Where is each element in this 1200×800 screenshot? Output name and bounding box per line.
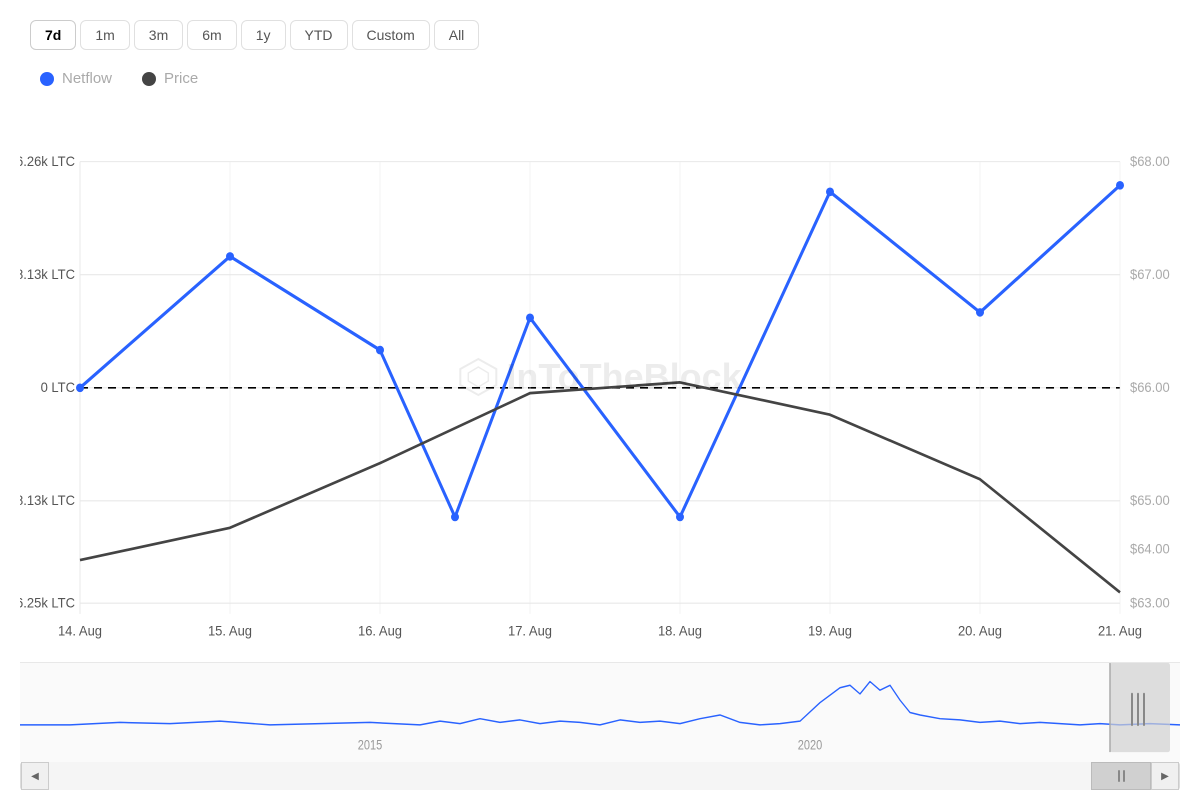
svg-text:-38.13k LTC: -38.13k LTC [20,493,75,509]
chart-legend: Netflow Price [20,70,1180,87]
time-btn-custom[interactable]: Custom [352,20,430,50]
scroll-grip [1118,770,1125,782]
svg-text:20. Aug: 20. Aug [958,623,1002,639]
main-chart: InToTheBlock 76.26k LTC 38.13k LTC [20,97,1180,657]
time-btn-6m[interactable]: 6m [187,20,236,50]
scroll-left-button[interactable]: ◀ [21,762,49,790]
svg-text:-76.25k LTC: -76.25k LTC [20,595,75,611]
price-label: Price [164,70,198,87]
scrollbar: ◀ ▶ [20,762,1180,790]
price-dot [142,72,156,86]
svg-text:14. Aug: 14. Aug [58,623,102,639]
time-btn-ytd[interactable]: YTD [290,20,348,50]
svg-text:2015: 2015 [358,738,383,753]
scroll-right-button[interactable]: ▶ [1151,762,1179,790]
grip-line-2 [1123,770,1125,782]
svg-text:76.26k LTC: 76.26k LTC [20,153,75,169]
netflow-label: Netflow [62,70,112,87]
svg-text:17. Aug: 17. Aug [508,623,552,639]
time-btn-all[interactable]: All [434,20,480,50]
time-range-selector: 7d1m3m6m1yYTDCustomAll [20,20,1180,50]
main-chart-svg: 76.26k LTC 38.13k LTC 0 LTC -38.13k LTC … [20,97,1180,657]
svg-text:15. Aug: 15. Aug [208,623,252,639]
time-btn-3m[interactable]: 3m [134,20,183,50]
grip-line-1 [1118,770,1120,782]
svg-text:$68.00: $68.00 [1130,153,1170,169]
svg-text:$64.00: $64.00 [1130,541,1170,557]
legend-netflow: Netflow [40,70,112,87]
legend-price: Price [142,70,198,87]
svg-text:2020: 2020 [798,738,823,753]
svg-text:$66.00: $66.00 [1130,380,1170,396]
main-container: 7d1m3m6m1yYTDCustomAll Netflow Price InT… [0,0,1200,800]
svg-text:$63.00: $63.00 [1130,595,1170,611]
svg-text:19. Aug: 19. Aug [808,623,852,639]
time-btn-7d[interactable]: 7d [30,20,76,50]
svg-text:$65.00: $65.00 [1130,493,1170,509]
time-btn-1m[interactable]: 1m [80,20,129,50]
svg-text:18. Aug: 18. Aug [658,623,702,639]
navigator-svg: 2015 2020 [20,663,1180,762]
netflow-dot [40,72,54,86]
time-btn-1y[interactable]: 1y [241,20,286,50]
svg-text:38.13k LTC: 38.13k LTC [20,267,75,283]
svg-text:$67.00: $67.00 [1130,267,1170,283]
svg-text:16. Aug: 16. Aug [358,623,402,639]
scroll-thumb[interactable] [1091,762,1151,790]
navigator: 2015 2020 [20,662,1180,762]
svg-text:21. Aug: 21. Aug [1098,623,1142,639]
svg-text:0 LTC: 0 LTC [41,380,76,396]
scroll-track [49,762,1151,790]
